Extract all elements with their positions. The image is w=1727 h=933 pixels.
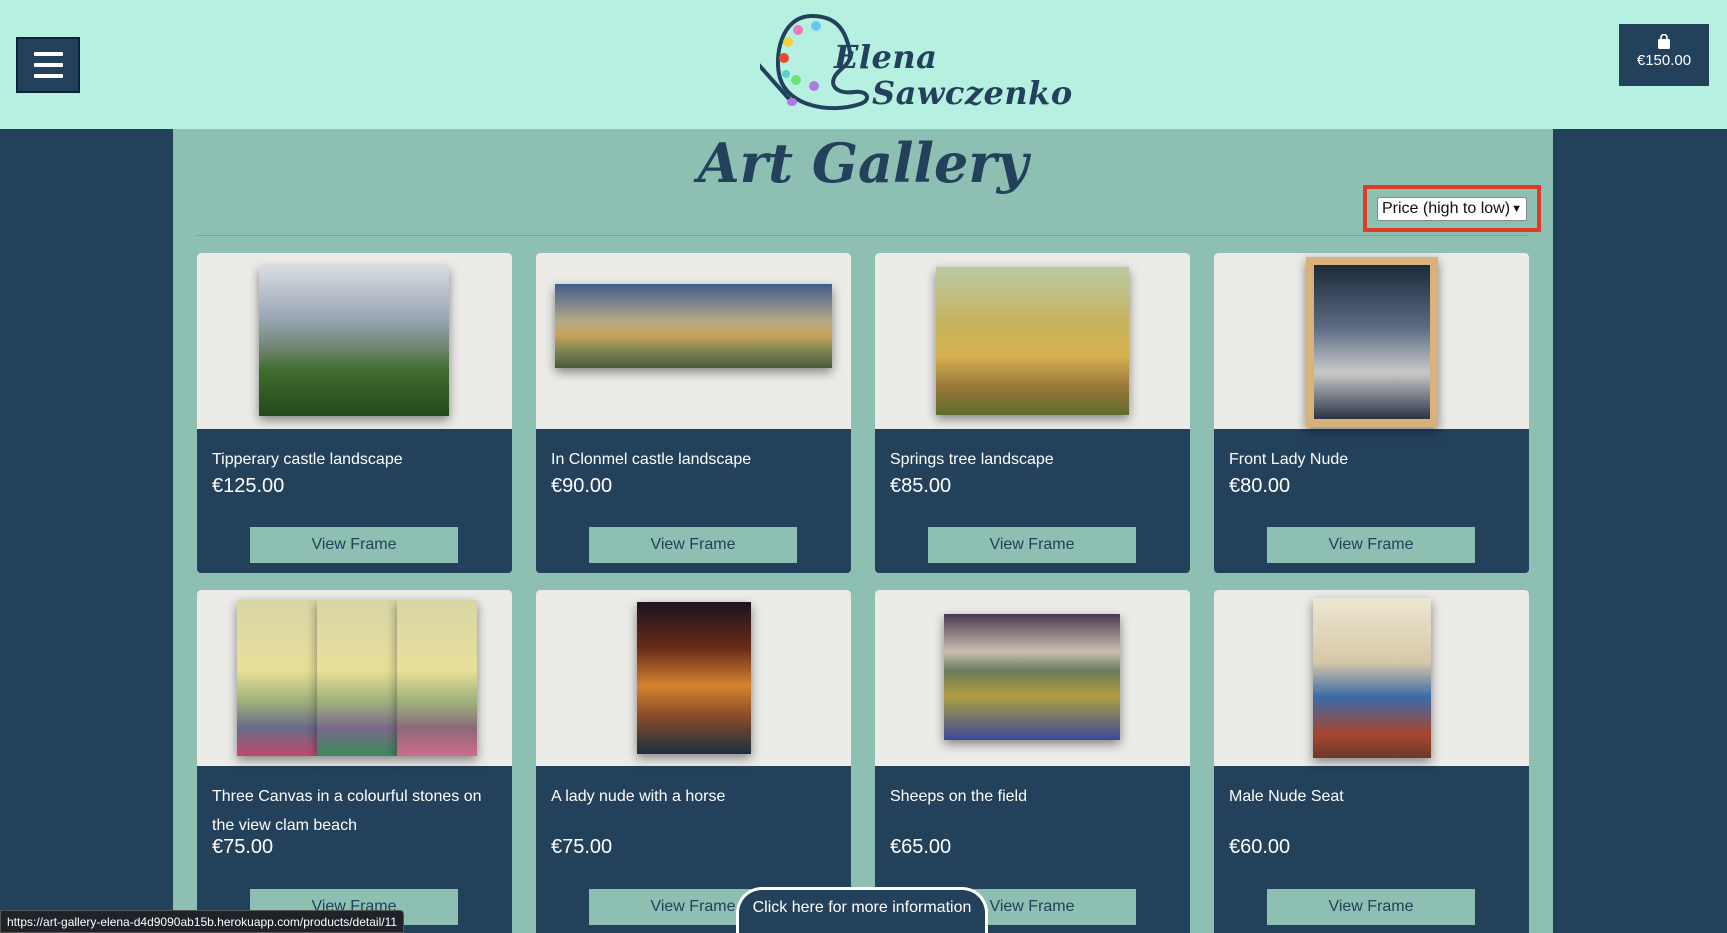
painting-thumbnail — [637, 602, 751, 754]
product-price: €125.00 — [212, 475, 285, 497]
sort-highlight: Price (high to low) ▼ — [1363, 185, 1541, 232]
hamburger-icon-bar — [33, 63, 63, 67]
product-price: €60.00 — [1229, 836, 1291, 858]
product-title: Three Canvas in a colourful stones on th… — [212, 788, 482, 834]
view-frame-button[interactable]: View Frame — [589, 527, 797, 563]
hamburger-icon-bar — [33, 74, 63, 78]
sort-select[interactable]: Price (high to low) ▼ — [1377, 196, 1527, 221]
product-title: Sheeps on the field — [890, 788, 1027, 805]
hamburger-icon — [33, 52, 63, 56]
painting-thumbnail — [944, 614, 1120, 740]
product-image[interactable] — [1214, 253, 1529, 429]
product-price: €90.00 — [551, 475, 613, 497]
product-card[interactable]: In Clonmel castle landscape €90.00 View … — [536, 253, 851, 573]
product-card[interactable]: Front Lady Nude €80.00 View Frame — [1214, 253, 1529, 573]
painting-thumbnail — [555, 284, 832, 368]
product-title: Front Lady Nude — [1229, 451, 1349, 468]
hamburger-menu-button[interactable] — [16, 37, 80, 93]
logo-text-first: Elena — [834, 38, 938, 76]
painting-thumbnail — [936, 267, 1129, 415]
product-title: A lady nude with a horse — [551, 788, 726, 805]
product-card[interactable]: Male Nude Seat €60.00 View Frame — [1214, 590, 1529, 933]
sort-selected-value: Price (high to low) — [1382, 199, 1511, 217]
painting-thumbnail — [397, 600, 477, 756]
cart-total: €150.00 — [1636, 52, 1692, 69]
logo-text-last: Sawczenko — [872, 74, 1073, 112]
product-image[interactable] — [536, 590, 851, 766]
product-price: €75.00 — [212, 836, 274, 858]
status-bar-url: https://art-gallery-elena-d4d9090ab15b.h… — [0, 910, 405, 933]
left-margin — [0, 129, 173, 933]
painting-thumbnail — [259, 266, 449, 416]
product-image[interactable] — [1214, 590, 1529, 766]
gallery-main: Art Gallery Price (high to low) ▼ Tipper… — [173, 129, 1553, 933]
product-image[interactable] — [536, 253, 851, 429]
painting-thumbnail — [1313, 598, 1431, 758]
view-frame-button[interactable]: View Frame — [1267, 527, 1475, 563]
divider — [197, 235, 1529, 236]
painting-thumbnail — [1306, 257, 1438, 427]
shopping-bag-icon — [1658, 34, 1670, 49]
product-title: Male Nude Seat — [1229, 788, 1344, 805]
product-title: Springs tree landscape — [890, 451, 1054, 468]
view-frame-button[interactable]: View Frame — [928, 527, 1136, 563]
product-image[interactable] — [875, 590, 1190, 766]
product-title: In Clonmel castle landscape — [551, 451, 752, 468]
product-card[interactable]: Springs tree landscape €85.00 View Frame — [875, 253, 1190, 573]
product-card[interactable]: Tipperary castle landscape €125.00 View … — [197, 253, 512, 573]
product-image[interactable] — [197, 590, 512, 766]
product-price: €75.00 — [551, 836, 613, 858]
page-title: Art Gallery — [697, 131, 1029, 195]
view-frame-button[interactable]: View Frame — [1267, 889, 1475, 925]
site-header: Elena Sawczenko €150.00 — [0, 0, 1727, 129]
site-logo[interactable]: Elena Sawczenko — [760, 8, 1072, 120]
cart-button[interactable]: €150.00 — [1619, 24, 1709, 86]
chevron-down-icon: ▼ — [1511, 202, 1522, 215]
product-price: €65.00 — [890, 836, 952, 858]
painting-thumbnail — [237, 600, 317, 756]
product-card[interactable]: Three Canvas in a colourful stones on th… — [197, 590, 512, 933]
right-margin — [1553, 129, 1727, 933]
painting-thumbnail — [317, 600, 397, 756]
product-card[interactable]: Sheeps on the field €65.00 View Frame — [875, 590, 1190, 933]
more-info-button[interactable]: Click here for more information — [736, 887, 988, 933]
product-title: Tipperary castle landscape — [212, 451, 403, 468]
view-frame-button[interactable]: View Frame — [250, 527, 458, 563]
product-price: €85.00 — [890, 475, 952, 497]
product-image[interactable] — [875, 253, 1190, 429]
product-image[interactable] — [197, 253, 512, 429]
product-card[interactable]: A lady nude with a horse €75.00 View Fra… — [536, 590, 851, 933]
product-price: €80.00 — [1229, 475, 1291, 497]
